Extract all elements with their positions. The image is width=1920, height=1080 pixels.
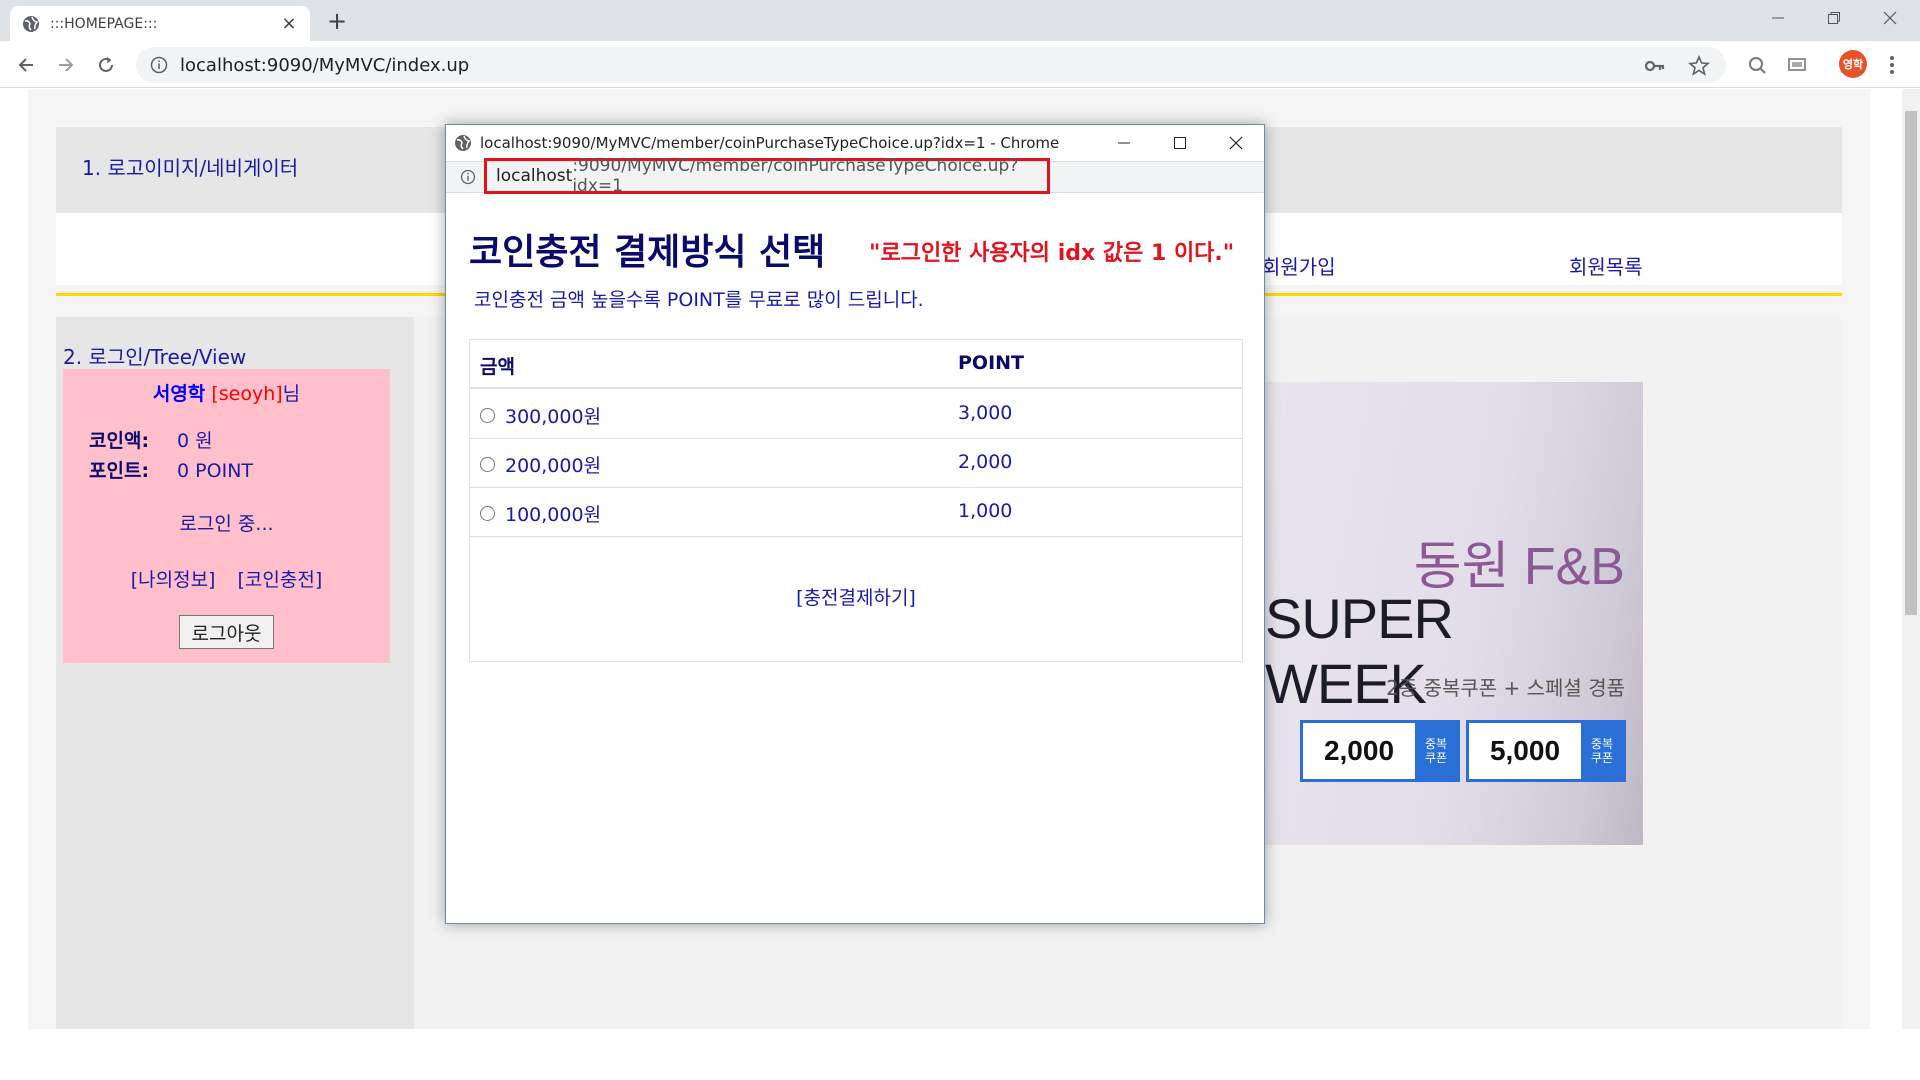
login-links: [나의정보] [코인충전] bbox=[63, 565, 390, 592]
amount-radio[interactable] bbox=[480, 457, 495, 472]
back-icon[interactable] bbox=[10, 49, 42, 81]
point-header: POINT bbox=[958, 352, 1025, 374]
globe-icon bbox=[23, 15, 39, 32]
amount-value: 200,000원 bbox=[505, 455, 602, 477]
restore-icon[interactable] bbox=[1806, 0, 1862, 36]
table-header-row: 금액 POINT bbox=[470, 340, 1242, 389]
amount-header: 금액 bbox=[480, 356, 515, 378]
point-value: 0 POINT bbox=[177, 460, 254, 482]
coupon-5000: 5,000 중복 쿠폰 bbox=[1466, 720, 1626, 782]
amount-radio[interactable] bbox=[480, 506, 495, 521]
popup-address-bar: localhost:9090/MyMVC/member/coinPurchase… bbox=[446, 156, 1264, 196]
coupon-value: 2,000 bbox=[1323, 735, 1395, 766]
tab-close-icon[interactable]: × bbox=[280, 13, 298, 34]
key-icon[interactable] bbox=[1644, 55, 1666, 77]
coupon-tag-text: 중복 쿠폰 bbox=[1590, 737, 1614, 765]
scroll-thumb[interactable] bbox=[1905, 111, 1917, 615]
tab-title: :::HOMEPAGE::: bbox=[50, 15, 158, 32]
minimize-icon[interactable] bbox=[1750, 0, 1806, 36]
coin-row: 코인액: 0 원 bbox=[89, 426, 213, 453]
cast-icon[interactable] bbox=[1785, 53, 1809, 77]
close-window-icon[interactable] bbox=[1862, 0, 1918, 36]
promo-banner[interactable]: 동원 F&B SUPER WEEK 2종 중복쿠폰 + 스페셜 경품 2,000… bbox=[1265, 382, 1643, 845]
star-icon[interactable] bbox=[1688, 55, 1710, 77]
login-status: 로그인 중... bbox=[179, 513, 274, 535]
info-icon[interactable] bbox=[460, 169, 476, 185]
popup-url-host: localhost bbox=[496, 166, 573, 186]
charge-table: 금액 POINT 300,000원 3,000 200,000원 2,000 1… bbox=[469, 339, 1243, 662]
popup-close-icon[interactable] bbox=[1208, 125, 1264, 161]
amount-cell: 100,000원 bbox=[480, 500, 601, 527]
profile-avatar[interactable]: 영학 bbox=[1839, 50, 1867, 78]
tab-bar: :::HOMEPAGE::: × + bbox=[0, 0, 1920, 41]
idx-note: "로그인한 사용자의 idx 값은 1 이다." bbox=[869, 241, 1235, 266]
url-text[interactable]: localhost:9090/MyMVC/index.up bbox=[180, 55, 469, 76]
point-value: 1,000 bbox=[958, 500, 1013, 522]
amount-value: 100,000원 bbox=[505, 504, 602, 526]
popup-url-path: :9090/MyMVC/member/coinPurchaseTypeChoic… bbox=[572, 156, 1019, 196]
forward-icon[interactable] bbox=[50, 49, 82, 81]
amount-radio[interactable] bbox=[480, 408, 495, 423]
coupon-2000: 2,000 중복 쿠폰 bbox=[1300, 720, 1460, 782]
browser-toolbar: localhost:9090/MyMVC/index.up 영학 bbox=[0, 41, 1920, 88]
point-label: 포인트: bbox=[89, 460, 150, 482]
login-box: 서영학 [seoyh]님 코인액: 0 원 포인트: 0 POINT 로그인 중… bbox=[63, 369, 390, 663]
table-row[interactable]: 200,000원 2,000 bbox=[470, 439, 1242, 488]
user-greeting: 서영학 [seoyh]님 bbox=[63, 379, 390, 406]
popup-url[interactable]: localhost:9090/MyMVC/member/coinPurchase… bbox=[484, 156, 1050, 196]
info-icon[interactable] bbox=[150, 56, 168, 74]
user-suffix: 님 bbox=[282, 383, 301, 405]
charge-pay-link[interactable]: [충전결제하기] bbox=[470, 583, 1242, 610]
popup-maximize-icon[interactable] bbox=[1152, 125, 1208, 161]
coupon-tag: 중복 쿠폰 bbox=[1415, 723, 1457, 779]
point-value: 2,000 bbox=[958, 451, 1013, 473]
header-text: 1. 로고이미지/네비게이터 bbox=[82, 156, 299, 180]
globe-icon bbox=[455, 135, 471, 151]
user-name: 서영학 bbox=[152, 383, 206, 405]
coupon-value: 5,000 bbox=[1489, 735, 1561, 766]
menu-signup-link[interactable]: 회원가입 bbox=[1262, 251, 1336, 280]
table-row[interactable]: 100,000원 1,000 bbox=[470, 488, 1242, 537]
page-scrollbar[interactable] bbox=[1902, 89, 1920, 1029]
point-value: 3,000 bbox=[958, 402, 1013, 424]
amount-cell: 200,000원 bbox=[480, 451, 601, 478]
amount-value: 300,000원 bbox=[505, 406, 602, 428]
popup-minimize-icon[interactable] bbox=[1096, 125, 1152, 161]
menu-kebab-icon[interactable] bbox=[1880, 53, 1904, 77]
reload-icon[interactable] bbox=[90, 49, 122, 81]
new-tab-button[interactable]: + bbox=[322, 6, 352, 36]
coin-label: 코인액: bbox=[89, 430, 150, 452]
coin-charge-link[interactable]: [코인충전] bbox=[238, 569, 323, 591]
popup-subtitle: 코인충전 금액 높을수록 POINT를 무료로 많이 드립니다. bbox=[474, 289, 924, 311]
popup-title: localhost:9090/MyMVC/member/coinPurchase… bbox=[480, 134, 1060, 152]
coin-value: 0 원 bbox=[177, 430, 213, 452]
popup-window: localhost:9090/MyMVC/member/coinPurchase… bbox=[445, 124, 1265, 924]
browser-tab[interactable]: :::HOMEPAGE::: × bbox=[10, 6, 310, 41]
table-row[interactable]: 300,000원 3,000 bbox=[470, 390, 1242, 439]
popup-heading: 코인충전 결제방식 선택 bbox=[469, 232, 826, 273]
sidebar-title: 2. 로그인/Tree/View bbox=[63, 345, 247, 369]
coupon-tag: 중복 쿠폰 bbox=[1581, 723, 1623, 779]
my-info-link[interactable]: [나의정보] bbox=[131, 569, 216, 591]
banner-subtitle: 2종 중복쿠폰 + 스페셜 경품 bbox=[1386, 676, 1625, 700]
address-bar[interactable]: localhost:9090/MyMVC/index.up bbox=[136, 47, 1726, 83]
menu-member-list-link[interactable]: 회원목록 bbox=[1569, 251, 1643, 280]
logout-button[interactable]: 로그아웃 bbox=[179, 615, 274, 649]
coupon-tag-text: 중복 쿠폰 bbox=[1424, 737, 1448, 765]
amount-cell: 300,000원 bbox=[480, 402, 601, 429]
point-row: 포인트: 0 POINT bbox=[89, 456, 253, 483]
extension-icon[interactable] bbox=[1745, 53, 1769, 77]
user-id: [seoyh] bbox=[211, 383, 283, 405]
